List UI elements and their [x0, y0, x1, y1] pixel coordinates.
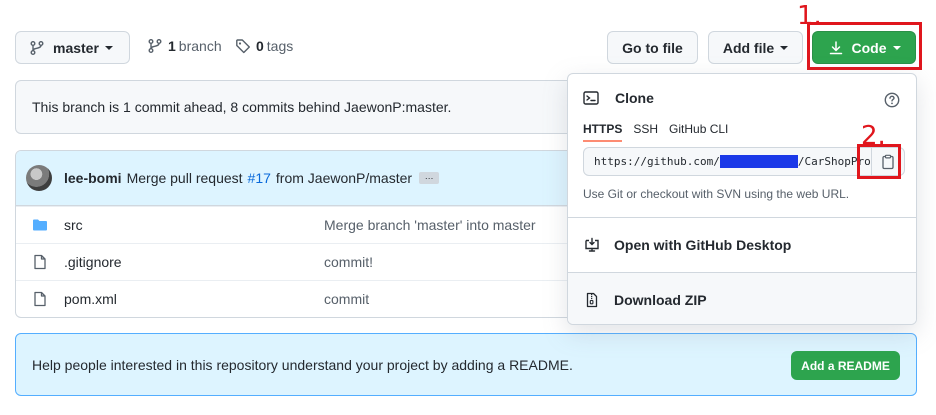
open-github-desktop-label: Open with GitHub Desktop: [614, 237, 792, 253]
avatar[interactable]: [26, 165, 52, 191]
clone-tabs: HTTPS SSH GitHub CLI: [583, 122, 739, 142]
caret-down-icon: [104, 45, 113, 50]
caret-down-icon: [780, 45, 789, 50]
clone-title: Clone: [615, 90, 654, 106]
commit-message-suffix[interactable]: from JaewonP/master: [276, 170, 412, 186]
file-commit-message[interactable]: commit!: [324, 254, 373, 270]
branch-selector-label: master: [53, 39, 99, 56]
file-icon: [16, 254, 64, 270]
download-zip-label: Download ZIP: [614, 292, 707, 308]
file-name[interactable]: src: [64, 217, 324, 233]
file-icon: [16, 291, 64, 307]
file-list: lee-bomi Merge pull request #17 from Jae…: [15, 150, 575, 318]
pull-request-link[interactable]: #17: [248, 170, 271, 186]
file-commit-message[interactable]: Merge branch 'master' into master: [324, 217, 536, 233]
branch-selector-button[interactable]: master: [15, 31, 130, 64]
clone-help-text: Use Git or checkout with SVN using the w…: [583, 187, 850, 201]
git-branch-icon: [29, 40, 45, 56]
commit-author[interactable]: lee-bomi: [64, 170, 122, 186]
download-zip-item[interactable]: Download ZIP: [568, 273, 916, 324]
tab-https[interactable]: HTTPS: [583, 122, 623, 142]
file-commit-message[interactable]: commit: [324, 291, 369, 307]
clone-header: Clone: [583, 90, 654, 106]
annotation-box-code-button: [807, 22, 922, 70]
commit-message-prefix[interactable]: Merge pull request: [127, 170, 243, 186]
clone-url-prefix: https://github.com/: [594, 155, 720, 168]
redaction-mark: [719, 155, 798, 168]
file-name[interactable]: pom.xml: [64, 291, 324, 307]
question-icon[interactable]: [884, 92, 900, 108]
add-file-label: Add file: [722, 39, 775, 56]
readme-notice: Help people interested in this repositor…: [15, 333, 917, 396]
tab-ssh[interactable]: SSH: [633, 122, 658, 142]
add-readme-button[interactable]: Add a README: [791, 351, 900, 380]
tab-github-cli[interactable]: GitHub CLI: [669, 122, 728, 142]
add-file-button[interactable]: Add file: [708, 31, 803, 64]
git-branch-icon: [147, 38, 163, 54]
file-row: src Merge branch 'master' into master: [16, 206, 574, 243]
file-row: .gitignore commit!: [16, 243, 574, 280]
go-to-file-label: Go to file: [622, 39, 683, 56]
folder-icon: [16, 217, 64, 233]
file-name[interactable]: .gitignore: [64, 254, 324, 270]
tags-link[interactable]: 0 tags: [235, 38, 293, 54]
file-row: pom.xml commit: [16, 280, 574, 317]
expand-commit-button[interactable]: …: [419, 172, 440, 184]
branch-word: branch: [178, 38, 222, 54]
annotation-box-copy-button: [857, 144, 901, 179]
branch-count: 1: [168, 38, 176, 54]
clone-url-input[interactable]: https://github.com//CarShopPro: [584, 148, 872, 175]
latest-commit-row: lee-bomi Merge pull request #17 from Jae…: [16, 151, 574, 206]
tag-icon: [235, 38, 251, 54]
file-zip-icon: [584, 292, 600, 308]
branches-link[interactable]: 1 branch: [147, 38, 222, 54]
readme-notice-text: Help people interested in this repositor…: [32, 356, 573, 373]
branch-comparison-notice: This branch is 1 commit ahead, 8 commits…: [15, 80, 575, 134]
tag-count: 0: [256, 38, 264, 54]
clone-dropdown: Clone HTTPS SSH GitHub CLI https://githu…: [567, 73, 917, 325]
open-github-desktop-item[interactable]: Open with GitHub Desktop: [568, 218, 916, 272]
terminal-icon: [583, 90, 599, 106]
tag-word: tags: [266, 38, 294, 54]
go-to-file-button[interactable]: Go to file: [607, 31, 698, 64]
branch-comparison-text: This branch is 1 commit ahead, 8 commits…: [32, 99, 452, 115]
desktop-download-icon: [584, 237, 600, 253]
